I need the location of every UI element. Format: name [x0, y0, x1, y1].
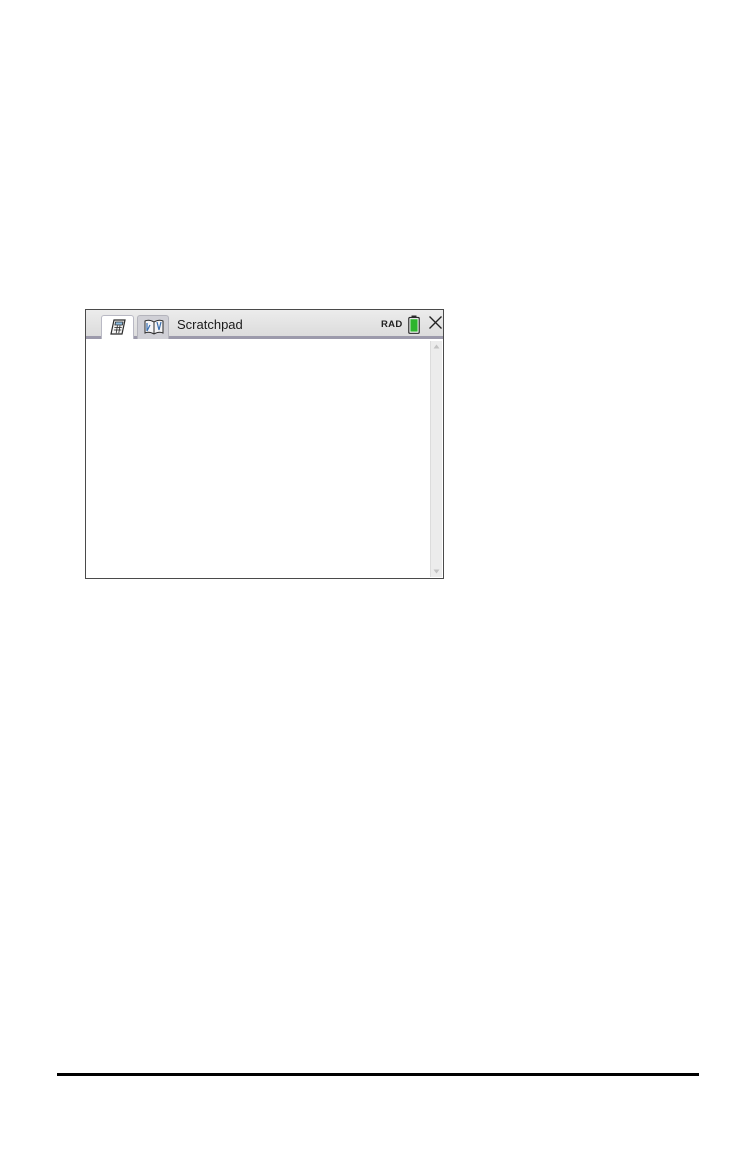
title-bar: Scratchpad RAD: [86, 310, 443, 339]
document-title: Scratchpad: [177, 317, 243, 332]
scratchpad-work-area[interactable]: [86, 339, 429, 578]
tab-calculator[interactable]: [101, 315, 134, 339]
notes-icon: [144, 319, 164, 335]
angle-mode-indicator: RAD: [381, 319, 403, 330]
scroll-down-icon[interactable]: [433, 569, 440, 574]
calculator-icon: [110, 319, 126, 335]
page-footer-rule: [57, 1073, 699, 1076]
scroll-up-icon[interactable]: [433, 344, 440, 349]
scratchpad-window: Scratchpad RAD: [85, 309, 444, 579]
tab-notes[interactable]: [137, 315, 169, 339]
battery-icon: [408, 315, 420, 334]
vertical-scrollbar[interactable]: [430, 341, 442, 577]
close-icon[interactable]: [428, 315, 443, 330]
